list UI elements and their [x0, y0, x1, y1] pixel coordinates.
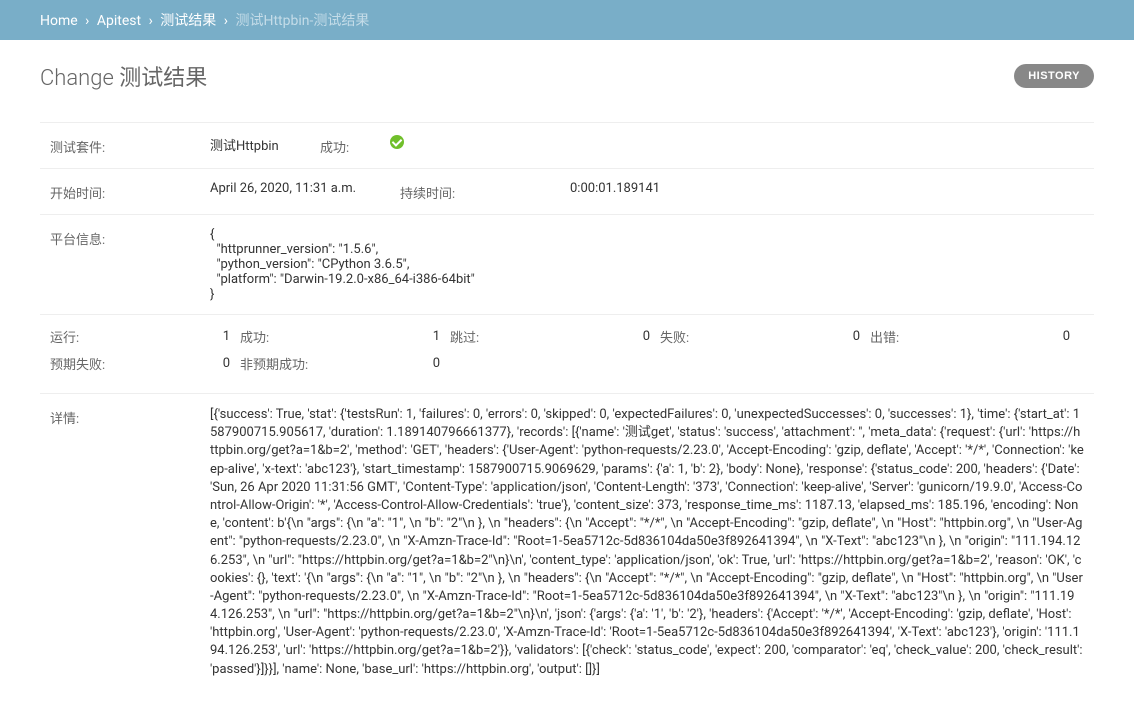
duration-value: 0:00:01.189141	[470, 181, 620, 196]
breadcrumb-sep: ›	[149, 13, 153, 29]
fieldset-time: 开始时间: April 26, 2020, 11:31 a.m. 持续时间: 0…	[40, 168, 1094, 214]
fieldset-stats: 运行:1 成功:1 跳过:0 失败:0 出错:0 预期失败:0 非预期成功:0	[40, 314, 1094, 393]
breadcrumb-current: 测试Httpbin-测试结果	[235, 13, 369, 29]
breadcrumb: Home › Apitest › 测试结果 › 测试Httpbin-测试结果	[0, 0, 1134, 40]
succ-label: 成功:	[240, 327, 300, 346]
skip-value: 0	[510, 329, 650, 344]
success-label: 成功:	[320, 135, 390, 156]
success-value	[390, 135, 510, 153]
error-label: 出错:	[870, 327, 930, 346]
platform-value: { "httprunner_version": "1.5.6", "python…	[210, 227, 1084, 302]
breadcrumb-sep: ›	[85, 13, 89, 29]
unexpsucc-value: 0	[330, 356, 440, 371]
start-time-value: April 26, 2020, 11:31 a.m.	[210, 181, 380, 196]
platform-label: 平台信息:	[50, 227, 210, 248]
platform-pre: { "httprunner_version": "1.5.6", "python…	[210, 227, 1084, 302]
fail-value: 0	[720, 329, 860, 344]
success-check-icon	[390, 135, 404, 149]
run-value: 1	[210, 329, 230, 344]
start-time-label: 开始时间:	[50, 181, 210, 202]
fieldset-suite: 测试套件: 测试Httpbin 成功:	[40, 122, 1094, 168]
suite-label: 测试套件:	[50, 135, 210, 156]
breadcrumb-sep: ›	[224, 13, 228, 29]
skip-label: 跳过:	[450, 327, 510, 346]
details-label: 详情:	[50, 406, 210, 427]
fieldset-platform: 平台信息: { "httprunner_version": "1.5.6", "…	[40, 214, 1094, 314]
main-content: Change 测试结果 HISTORY 测试套件: 测试Httpbin 成功: …	[0, 40, 1134, 711]
succ-value: 1	[300, 329, 440, 344]
error-value: 0	[930, 329, 1070, 344]
breadcrumb-model[interactable]: 测试结果	[160, 13, 216, 29]
breadcrumb-home[interactable]: Home	[40, 13, 78, 29]
expfail-label: 预期失败:	[50, 354, 210, 373]
details-value: [{'success': True, 'stat': {'testsRun': …	[210, 406, 1084, 679]
fail-label: 失败:	[660, 327, 720, 346]
suite-value: 测试Httpbin	[210, 135, 300, 154]
history-button[interactable]: HISTORY	[1014, 64, 1094, 88]
page-title: Change 测试结果	[40, 60, 207, 92]
unexpsucc-label: 非预期成功:	[240, 354, 330, 373]
fieldset-details: 详情: [{'success': True, 'stat': {'testsRu…	[40, 393, 1094, 691]
page-header: Change 测试结果 HISTORY	[40, 60, 1094, 92]
duration-label: 持续时间:	[400, 181, 470, 202]
breadcrumb-app[interactable]: Apitest	[97, 13, 141, 29]
run-label: 运行:	[50, 327, 210, 346]
expfail-value: 0	[210, 356, 230, 371]
